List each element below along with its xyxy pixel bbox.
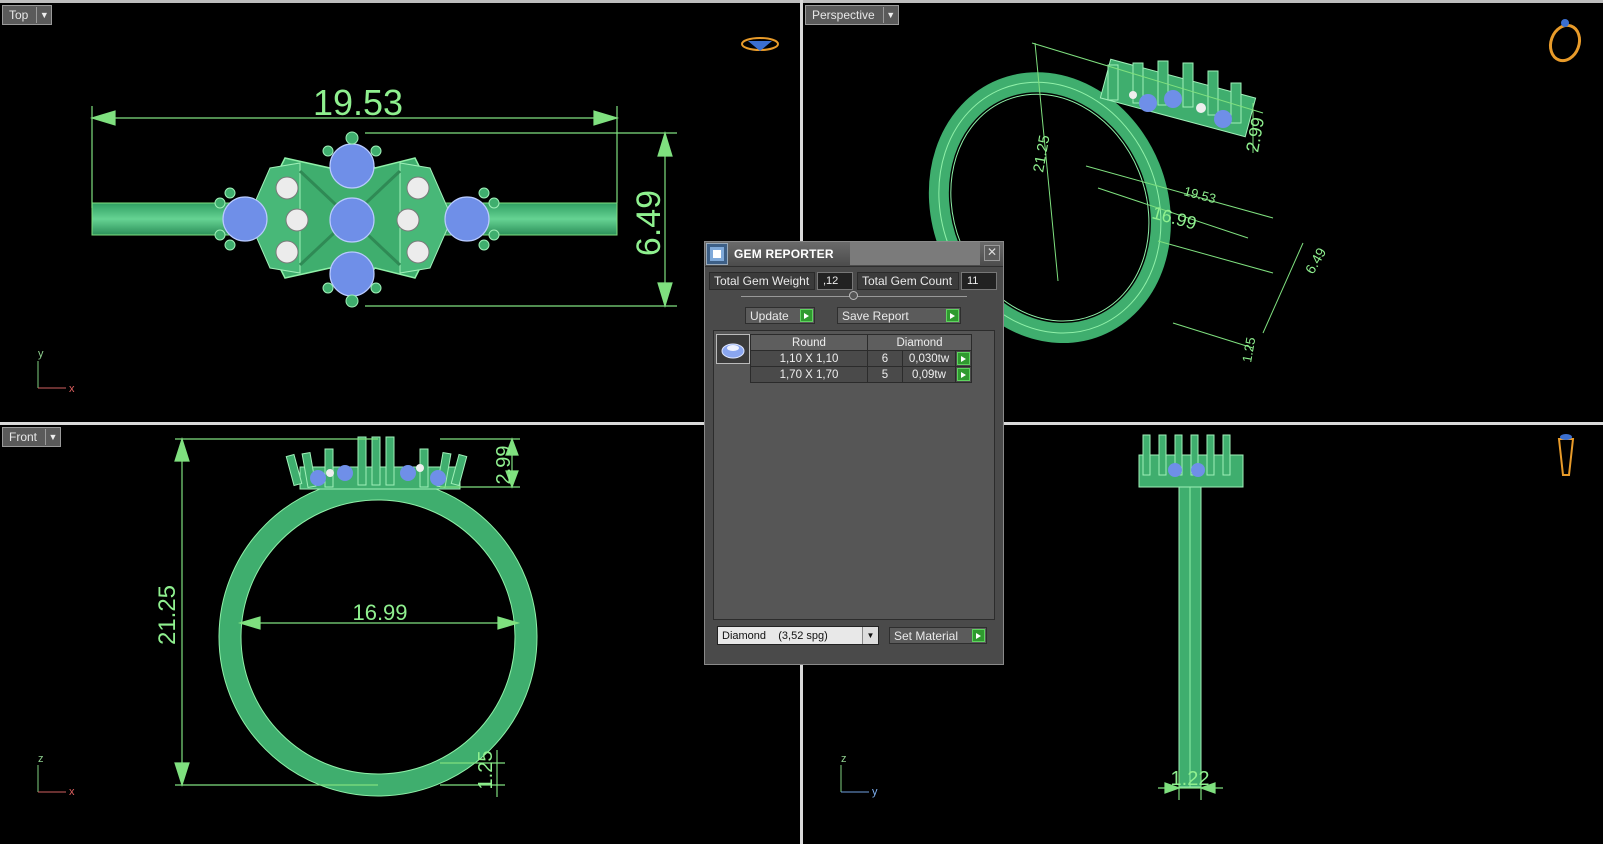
panel-splitter[interactable] bbox=[741, 291, 967, 300]
viewport-top[interactable]: 19.53 6.49 y x Top ▼ bbox=[0, 3, 800, 422]
set-material-button[interactable]: Set Material bbox=[889, 627, 987, 644]
gem-list[interactable]: Round Diamond 1,10 X 1,10 6 0,030tw 1,70… bbox=[713, 330, 995, 620]
material-select[interactable]: Diamond (3,52 spg) ▼ bbox=[717, 626, 879, 645]
save-report-button[interactable]: Save Report bbox=[837, 307, 961, 324]
view-cube-icon[interactable] bbox=[741, 37, 779, 51]
gem-table: Round Diamond 1,10 X 1,10 6 0,030tw 1,70… bbox=[750, 334, 972, 383]
svg-text:1.25: 1.25 bbox=[1239, 336, 1258, 364]
front-view-scene: 21.25 16.99 2.99 1.25 z x bbox=[37, 436, 538, 798]
gem-reporter-titlebar[interactable]: GEM REPORTER ✕ bbox=[705, 242, 1003, 267]
column-header-shape: Round bbox=[750, 334, 868, 351]
dim-width: 19.53 bbox=[313, 82, 403, 123]
svg-text:x: x bbox=[69, 383, 75, 395]
gem-reporter-panel: GEM REPORTER ✕ Total Gem Weight ,12 Tota… bbox=[704, 241, 1004, 665]
svg-text:y: y bbox=[38, 348, 44, 360]
svg-text:1.22: 1.22 bbox=[1171, 768, 1210, 790]
svg-text:z: z bbox=[38, 753, 44, 765]
gem-thumbnail[interactable] bbox=[716, 334, 750, 364]
axis-gizmo: z x bbox=[37, 753, 75, 798]
chevron-down-icon[interactable]: ▼ bbox=[862, 627, 878, 644]
total-gem-count-label: Total Gem Count bbox=[857, 272, 959, 290]
gem-reporter-logo-icon bbox=[706, 243, 728, 265]
play-icon bbox=[957, 352, 970, 365]
play-icon bbox=[946, 309, 959, 322]
axis-gizmo: y x bbox=[37, 348, 75, 395]
svg-text:z: z bbox=[841, 753, 847, 765]
top-view-scene: 19.53 6.49 y x bbox=[37, 37, 779, 395]
viewport-top-label[interactable]: Top ▼ bbox=[2, 5, 53, 25]
viewport-front[interactable]: 21.25 16.99 2.99 1.25 z x Front ▼ bbox=[0, 425, 800, 844]
svg-text:19.53: 19.53 bbox=[1182, 183, 1217, 206]
chevron-down-icon[interactable]: ▼ bbox=[882, 7, 898, 23]
viewport-perspective-label[interactable]: Perspective ▼ bbox=[805, 5, 899, 25]
table-row[interactable]: 1,10 X 1,10 6 0,030tw bbox=[750, 350, 972, 367]
ring-view-icon[interactable] bbox=[1546, 19, 1585, 65]
pendant-view-icon[interactable] bbox=[1557, 434, 1575, 476]
table-row[interactable]: 1,70 X 1,70 5 0,09tw bbox=[750, 366, 972, 383]
svg-text:21.25: 21.25 bbox=[1030, 134, 1053, 174]
gem-reporter-title: GEM REPORTER bbox=[734, 247, 834, 261]
play-icon bbox=[800, 309, 813, 322]
play-icon bbox=[972, 629, 985, 642]
row-select-button[interactable] bbox=[955, 350, 972, 367]
svg-text:21.25: 21.25 bbox=[154, 585, 181, 645]
total-gem-weight-value: ,12 bbox=[817, 272, 853, 290]
dim-height: 6.49 bbox=[630, 190, 668, 256]
svg-text:y: y bbox=[872, 786, 878, 798]
axis-gizmo: z y bbox=[840, 753, 878, 798]
row-select-button[interactable] bbox=[955, 366, 972, 383]
chevron-down-icon[interactable]: ▼ bbox=[45, 429, 60, 445]
svg-text:2.99: 2.99 bbox=[493, 446, 515, 485]
total-gem-weight-label: Total Gem Weight bbox=[709, 272, 815, 290]
svg-text:x: x bbox=[69, 786, 75, 798]
play-icon bbox=[957, 368, 970, 381]
total-gem-count-value: 11 bbox=[961, 272, 997, 290]
update-button[interactable]: Update bbox=[745, 307, 815, 324]
chevron-down-icon[interactable]: ▼ bbox=[36, 7, 51, 23]
splitter-knob-icon[interactable] bbox=[849, 291, 858, 300]
viewport-front-label[interactable]: Front ▼ bbox=[2, 427, 62, 447]
column-header-material: Diamond bbox=[867, 334, 972, 351]
close-icon[interactable]: ✕ bbox=[984, 245, 1000, 261]
svg-text:6.49: 6.49 bbox=[1302, 245, 1330, 277]
svg-text:1.25: 1.25 bbox=[475, 751, 497, 790]
svg-text:16.99: 16.99 bbox=[352, 600, 407, 625]
